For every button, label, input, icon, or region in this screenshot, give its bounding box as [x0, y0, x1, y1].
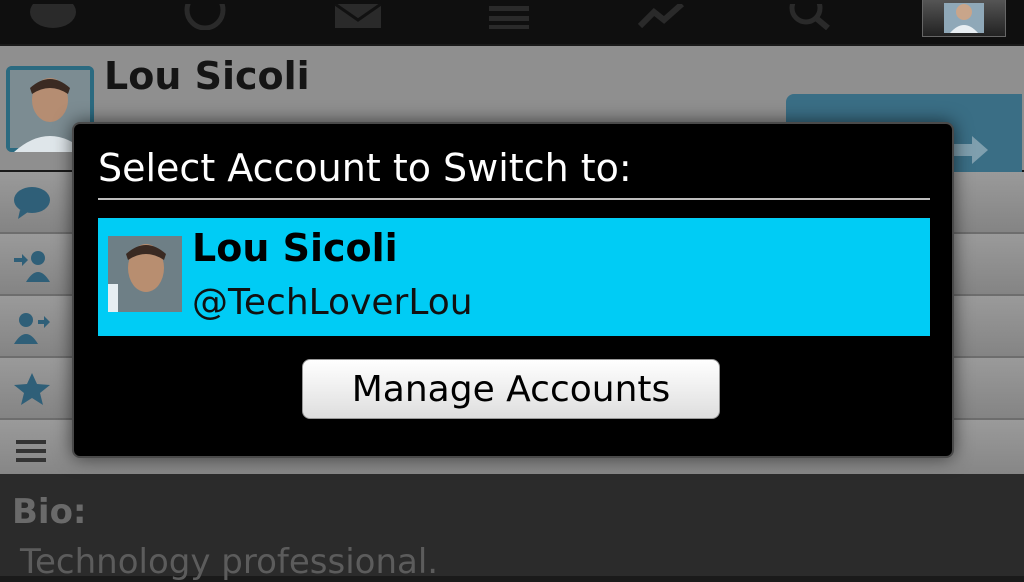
switch-account-dialog: Select Account to Switch to: Lou Sicoli … [72, 122, 954, 458]
account-handle: @TechLoverLou [192, 282, 473, 323]
profile-name: Lou Sicoli [104, 54, 310, 98]
star-icon [14, 373, 50, 405]
bio-text: Technology professional. [20, 542, 439, 582]
at-sign-icon[interactable] [180, 0, 230, 30]
manage-accounts-button[interactable]: Manage Accounts [302, 359, 720, 419]
divider [98, 198, 930, 200]
top-toolbar [0, 0, 1024, 44]
following-icon [14, 313, 50, 344]
account-option[interactable]: Lou Sicoli @TechLoverLou [98, 218, 930, 336]
followers-icon [14, 251, 50, 282]
account-name: Lou Sicoli [192, 226, 398, 270]
trending-icon[interactable] [636, 0, 686, 30]
envelope-icon[interactable] [332, 0, 384, 30]
avatar [108, 236, 182, 312]
avatar-icon[interactable] [922, 0, 1006, 37]
dialog-title: Select Account to Switch to: [98, 146, 632, 190]
speech-bubble-icon[interactable] [26, 0, 80, 30]
bio-section: Bio: Technology professional. [0, 474, 1024, 582]
list-icon[interactable] [484, 0, 534, 30]
speech-bubble-icon [14, 187, 50, 219]
bio-label: Bio: [12, 492, 87, 532]
list-icon [16, 440, 46, 462]
search-icon[interactable] [786, 0, 836, 30]
